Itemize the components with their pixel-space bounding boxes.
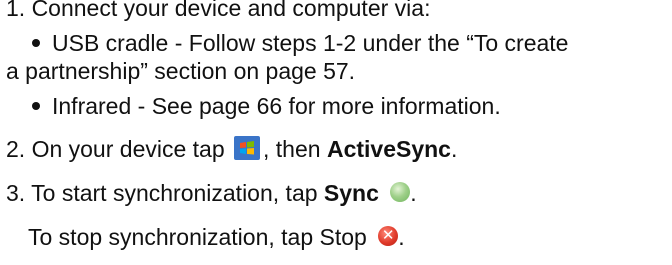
windows-start-icon [234, 135, 261, 160]
sync-icon [390, 181, 411, 202]
bullet-usb-continued: a partnership” section on page 57. [6, 58, 356, 84]
bullet-infrared: Infrared - See page 66 for more informat… [28, 91, 501, 121]
step-2: 2. On your device tap , then ActiveSync. [6, 135, 458, 162]
bullet-usb-text: USB cradle - Follow steps 1-2 under the … [52, 30, 569, 56]
activesync-label: ActiveSync [326, 136, 451, 162]
bullet-usb: USB cradle - Follow steps 1-2 under the … [28, 28, 568, 58]
bullet-infrared-text: Infrared - See page 66 for more informat… [52, 93, 501, 119]
step-4: To stop synchronization, tap Stop ✕. [28, 224, 405, 250]
step-3: 3. To start synchronization, tap Sync . [6, 180, 417, 206]
step-1: 1. Connect your device and computer via: [6, 0, 431, 21]
sync-label: Sync [323, 180, 379, 206]
bullet-icon [32, 38, 40, 47]
bullet-icon [32, 101, 40, 110]
stop-icon: ✕ [378, 225, 399, 246]
